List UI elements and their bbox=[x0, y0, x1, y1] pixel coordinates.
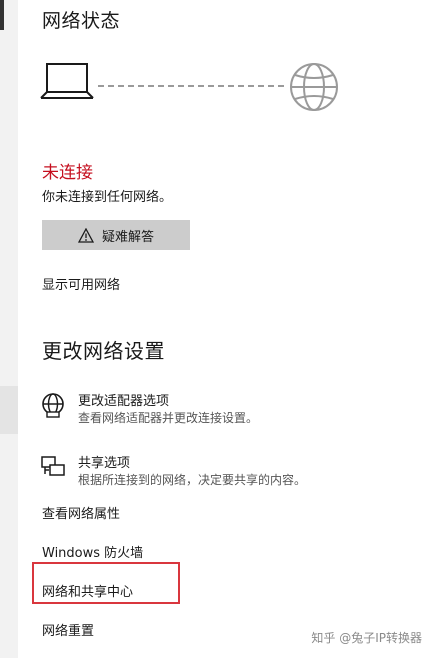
sharing-icon bbox=[41, 456, 65, 476]
connection-line bbox=[98, 85, 284, 87]
adapter-options-item[interactable]: 更改适配器选项 查看网络适配器并更改连接设置。 bbox=[40, 390, 400, 430]
nav-item-hover[interactable] bbox=[0, 386, 18, 434]
highlight-annotation bbox=[32, 562, 180, 604]
adapter-options-title: 更改适配器选项 bbox=[78, 394, 170, 409]
adapter-options-desc: 查看网络适配器并更改连接设置。 bbox=[78, 411, 259, 425]
watermark: 知乎 @兔子IP转换器 bbox=[311, 631, 422, 645]
connection-description: 你未连接到任何网络。 bbox=[42, 190, 173, 205]
show-available-networks-link[interactable]: 显示可用网络 bbox=[42, 274, 120, 293]
sharing-options-item[interactable]: 共享选项 根据所连接到的网络，决定要共享的内容。 bbox=[40, 452, 420, 492]
troubleshoot-button[interactable]: 疑难解答 bbox=[42, 220, 190, 250]
globe-icon bbox=[290, 63, 338, 111]
sharing-options-desc: 根据所连接到的网络，决定要共享的内容。 bbox=[78, 473, 307, 487]
left-nav-rail bbox=[0, 0, 18, 658]
warning-icon bbox=[77, 227, 94, 243]
adapter-globe-icon bbox=[42, 393, 64, 418]
section-title: 更改网络设置 bbox=[42, 339, 165, 363]
page-title: 网络状态 bbox=[42, 10, 121, 32]
network-properties-link[interactable]: 查看网络属性 bbox=[42, 503, 120, 522]
windows-firewall-link[interactable]: Windows 防火墙 bbox=[42, 542, 143, 561]
troubleshoot-label: 疑难解答 bbox=[101, 229, 154, 245]
nav-selection-indicator bbox=[0, 0, 4, 30]
sharing-options-title: 共享选项 bbox=[78, 456, 131, 471]
laptop-icon bbox=[40, 63, 94, 99]
connection-status: 未连接 bbox=[42, 163, 93, 183]
network-reset-link[interactable]: 网络重置 bbox=[42, 620, 94, 639]
